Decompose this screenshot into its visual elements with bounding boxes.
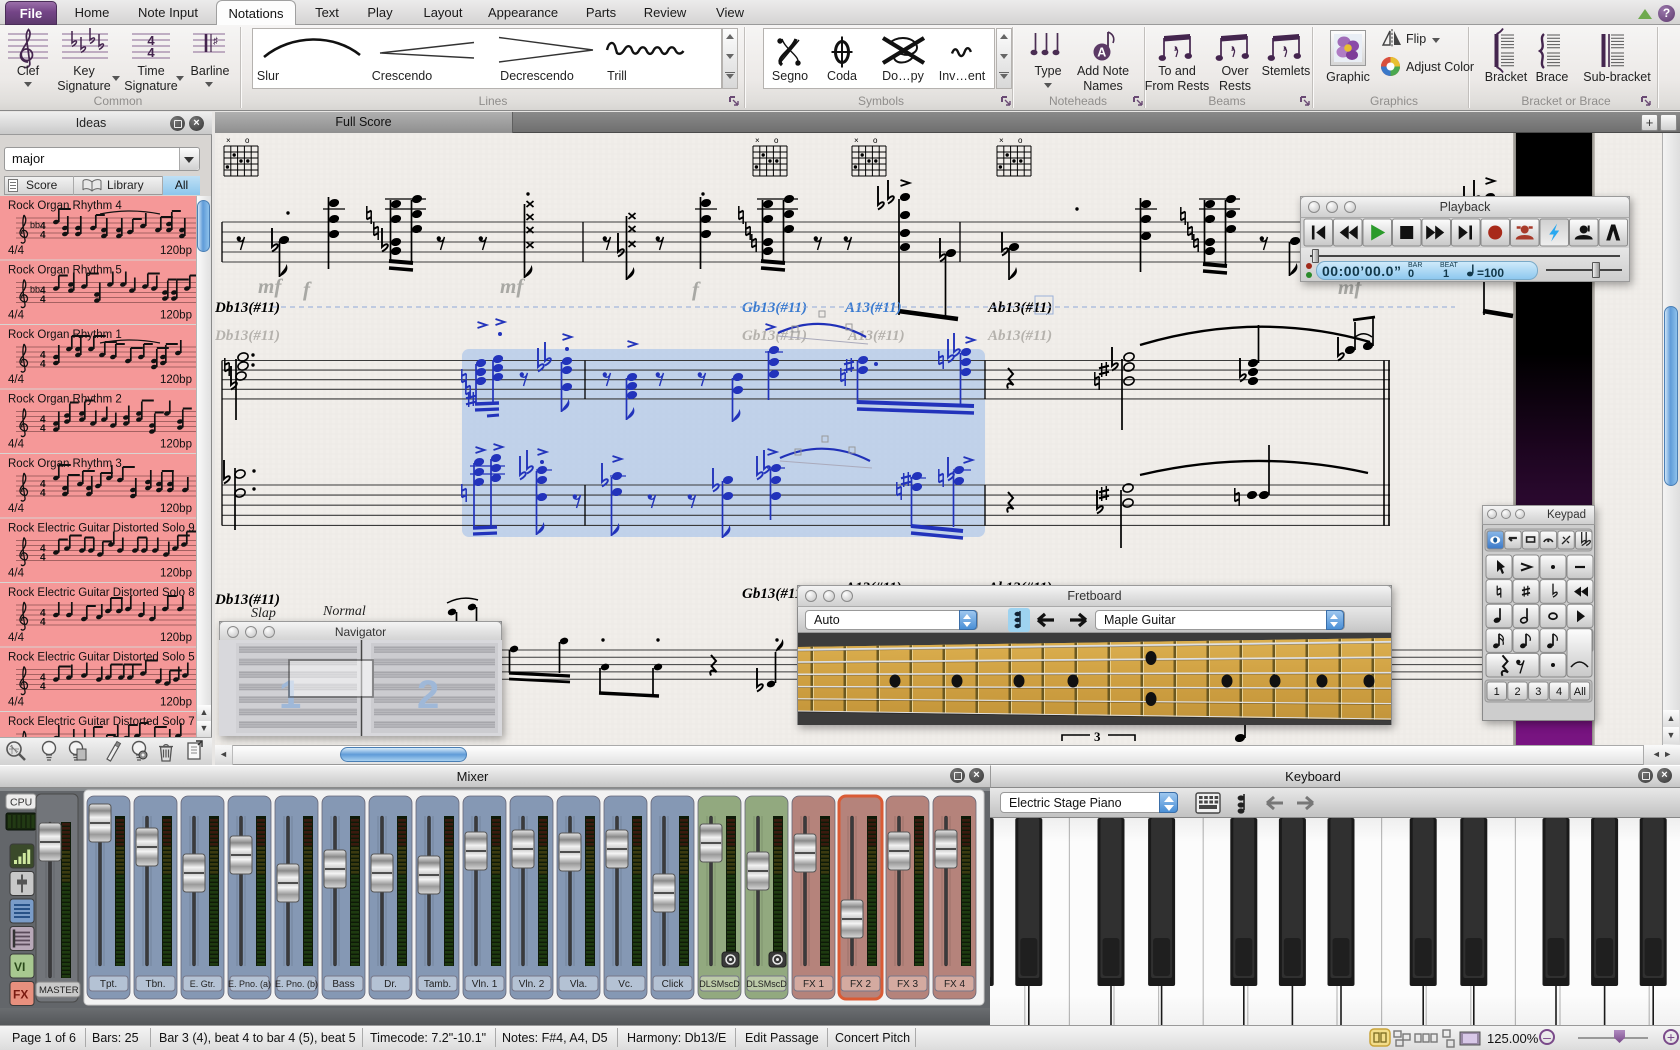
svg-text:4: 4	[40, 617, 46, 628]
svg-text:Vln. 2: Vln. 2	[519, 979, 545, 990]
svg-text:ο: ο	[774, 136, 779, 145]
svg-text:Normal: Normal	[322, 604, 366, 619]
svg-text:4/4: 4/4	[8, 310, 25, 322]
svg-text:×: ×	[226, 136, 231, 145]
svg-text:4: 4	[40, 553, 46, 564]
svg-text:Vc.: Vc.	[618, 979, 632, 990]
svg-text:120bp: 120bp	[160, 310, 192, 322]
svg-text:120bp: 120bp	[160, 439, 192, 451]
svg-text:120bp: 120bp	[160, 245, 192, 257]
svg-text:120bp: 120bp	[160, 632, 192, 644]
svg-text:♯: ♯	[213, 36, 218, 47]
svg-text:mf: mf	[500, 274, 525, 298]
svg-text:1: 1	[1494, 686, 1500, 698]
svg-text:×: ×	[854, 136, 859, 145]
svg-text:3: 3	[1094, 729, 1101, 744]
svg-text:ο: ο	[245, 136, 250, 145]
svg-text:Db13(#11): Db13(#11)	[215, 300, 280, 316]
svg-text:4/4: 4/4	[8, 697, 25, 709]
svg-text:CPU: CPU	[10, 797, 32, 809]
svg-text:ο: ο	[1018, 136, 1023, 145]
svg-text:E. Gtr.: E. Gtr.	[190, 979, 216, 989]
svg-text:A: A	[1097, 46, 1106, 60]
svg-text:Rock Electric Guitar Distorted: Rock Electric Guitar Distorted Solo 9	[8, 523, 195, 535]
svg-text:4: 4	[147, 45, 155, 60]
svg-text:Click: Click	[662, 979, 685, 990]
svg-text:Dr.: Dr.	[384, 979, 397, 990]
svg-text:120bp: 120bp	[160, 503, 192, 515]
svg-text:ο: ο	[873, 136, 878, 145]
svg-text:Rock Organ Rhythm 2: Rock Organ Rhythm 2	[8, 394, 122, 406]
svg-text:FX: FX	[13, 988, 28, 1002]
svg-text:4/4: 4/4	[8, 245, 25, 257]
svg-text:4: 4	[40, 230, 46, 241]
svg-text:120bp: 120bp	[160, 697, 192, 709]
svg-text:2: 2	[417, 673, 439, 717]
svg-text:4: 4	[40, 488, 46, 499]
svg-text:f: f	[303, 277, 312, 301]
svg-text:bb: bb	[30, 285, 40, 295]
svg-text:4/4: 4/4	[8, 374, 25, 386]
svg-text:FX 4: FX 4	[944, 979, 966, 990]
svg-text:Slap: Slap	[251, 606, 276, 621]
svg-text:120bp: 120bp	[160, 568, 192, 580]
svg-text:DLSMscD: DLSMscD	[746, 979, 787, 989]
svg-text:FX 1: FX 1	[803, 979, 825, 990]
svg-text:FX 2: FX 2	[850, 979, 872, 990]
svg-text:Ab13(#11): Ab13(#11)	[987, 328, 1052, 344]
svg-text:MASTER: MASTER	[39, 985, 79, 996]
svg-text:4/4: 4/4	[8, 568, 25, 580]
svg-text:Tpt.: Tpt.	[100, 979, 117, 990]
svg-text:Rock Electric Guitar Distorted: Rock Electric Guitar Distorted Solo 5	[8, 652, 195, 664]
svg-text:bb: bb	[30, 220, 40, 230]
svg-text:120bp: 120bp	[160, 374, 192, 386]
svg-text:3: 3	[1535, 686, 1541, 698]
svg-text:4/4: 4/4	[8, 503, 25, 515]
svg-text:Rock Organ Rhythm 4: Rock Organ Rhythm 4	[8, 200, 122, 212]
svg-text:A13(#11): A13(#11)	[844, 300, 902, 316]
svg-text:Tamb.: Tamb.	[424, 979, 451, 990]
svg-text:FX 3: FX 3	[897, 979, 919, 990]
svg-text:4: 4	[40, 359, 46, 370]
svg-text:VI: VI	[14, 960, 25, 974]
svg-text:4: 4	[1556, 686, 1562, 698]
svg-text:4: 4	[40, 295, 46, 306]
svg-text:=100: =100	[1477, 266, 1504, 279]
svg-text:2: 2	[1514, 686, 1520, 698]
svg-text:All: All	[1574, 686, 1586, 698]
svg-text:Gb13(#11): Gb13(#11)	[742, 300, 807, 316]
svg-text:Gb13(#11): Gb13(#11)	[742, 328, 807, 344]
svg-text:Vla.: Vla.	[570, 979, 587, 990]
svg-text:×: ×	[999, 136, 1004, 145]
svg-text:A13(#11): A13(#11)	[847, 328, 905, 344]
svg-text:Vln. 1: Vln. 1	[472, 979, 498, 990]
svg-text:mf: mf	[258, 274, 283, 298]
svg-text:×: ×	[755, 136, 760, 145]
svg-text:Tbn.: Tbn.	[145, 979, 165, 990]
svg-text:Rock Electric Guitar Distorted: Rock Electric Guitar Distorted Solo 8	[8, 587, 195, 599]
svg-text:Bass: Bass	[332, 979, 354, 990]
svg-text:Db13(#11): Db13(#11)	[215, 328, 280, 344]
svg-text:4/4: 4/4	[8, 632, 25, 644]
svg-text:E. Pno. (a): E. Pno. (a)	[228, 979, 271, 989]
svg-text:f: f	[692, 277, 701, 301]
svg-text:4/4: 4/4	[8, 439, 25, 451]
svg-text:DLSMscD: DLSMscD	[699, 979, 740, 989]
svg-text:4: 4	[40, 682, 46, 693]
svg-text:E. Pno. (b): E. Pno. (b)	[275, 979, 318, 989]
svg-text:4: 4	[40, 424, 46, 435]
